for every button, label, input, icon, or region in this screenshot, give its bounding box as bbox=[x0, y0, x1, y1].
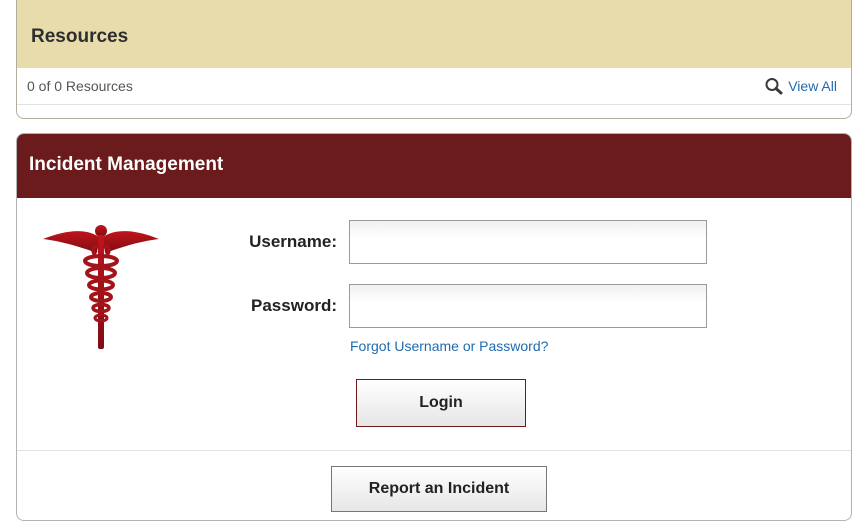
resources-title: Resources bbox=[31, 26, 129, 47]
divider bbox=[17, 450, 851, 451]
incident-management-panel: Incident Management Username: Password: … bbox=[16, 133, 852, 521]
resources-panel: Resources 0 of 0 Resources View All bbox=[16, 0, 852, 119]
forgot-credentials-link[interactable]: Forgot Username or Password? bbox=[350, 338, 548, 354]
magnifier-icon bbox=[765, 78, 783, 95]
caduceus-icon bbox=[43, 225, 159, 349]
view-all-label: View All bbox=[788, 78, 837, 94]
username-input[interactable] bbox=[349, 220, 707, 264]
login-button[interactable]: Login bbox=[356, 379, 526, 427]
resources-count: 0 of 0 Resources bbox=[27, 78, 133, 94]
incident-title: Incident Management bbox=[29, 154, 224, 175]
resources-header: Resources bbox=[17, 0, 851, 68]
view-all-link[interactable]: View All bbox=[764, 77, 837, 95]
resources-summary-row: 0 of 0 Resources View All bbox=[17, 68, 851, 105]
username-label: Username: bbox=[249, 232, 337, 251]
password-label: Password: bbox=[251, 296, 337, 315]
incident-header: Incident Management bbox=[17, 134, 851, 198]
report-incident-button[interactable]: Report an Incident bbox=[331, 466, 547, 512]
password-input[interactable] bbox=[349, 284, 707, 328]
